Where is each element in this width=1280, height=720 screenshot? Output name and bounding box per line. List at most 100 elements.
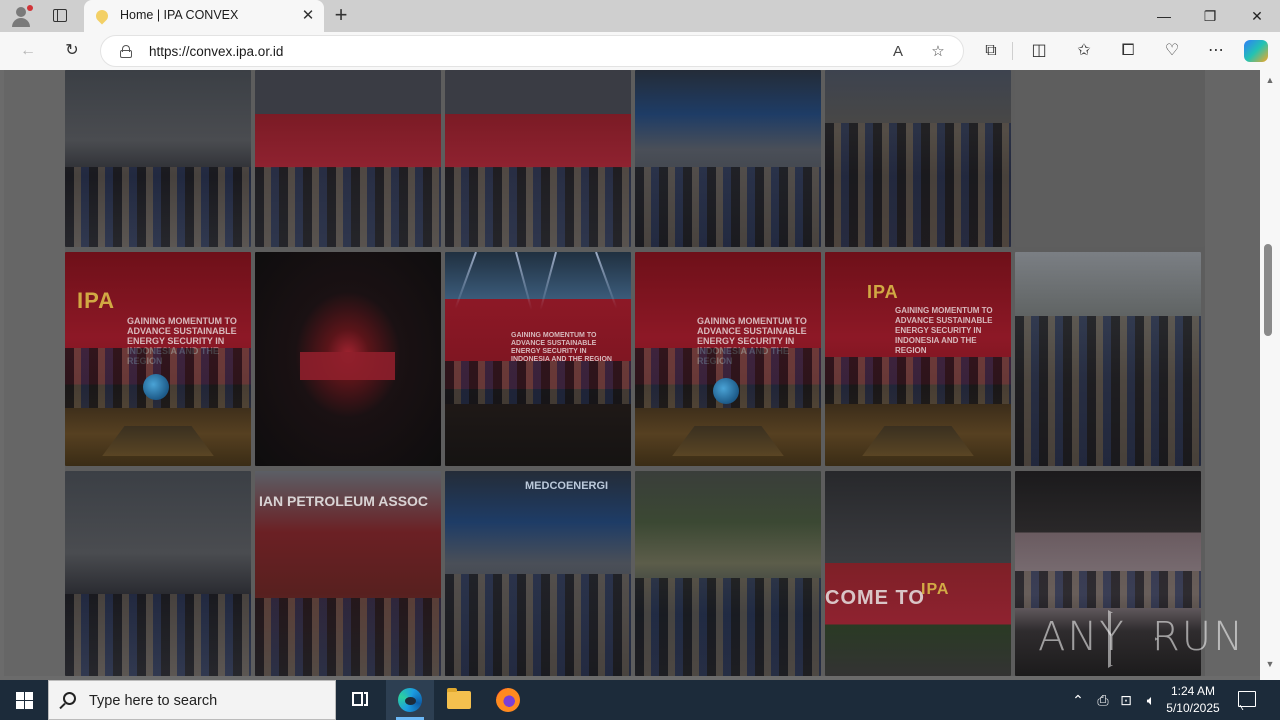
clock-time: 1:24 AM [1170, 684, 1216, 698]
device-icon[interactable]: ⎙ [1093, 680, 1113, 720]
taskbar-search[interactable]: Type here to search [48, 680, 336, 720]
page-margin-right [1205, 70, 1260, 676]
stage-slogan: GAINING MOMENTUM TO ADVANCE SUSTAINABLE … [511, 332, 612, 363]
scroll-down-icon[interactable]: ▼ [1264, 658, 1276, 670]
more-menu-icon[interactable]: ⋯ [1204, 39, 1228, 63]
gallery-photo[interactable] [825, 70, 1011, 247]
read-aloud-icon[interactable]: A [887, 41, 909, 63]
gallery-photo[interactable] [255, 252, 441, 466]
gallery-page: IPA GAINING MOMENTUM TO ADVANCE SUSTAINA… [4, 70, 1260, 676]
search-placeholder: Type here to search [89, 693, 218, 709]
light-beam [595, 252, 618, 309]
tray-chevron-icon[interactable]: ⌃ [1068, 680, 1088, 720]
refresh-icon[interactable]: ↻ [60, 39, 84, 63]
stage-slogan: GAINING MOMENTUM TO ADVANCE SUSTAINABLE … [895, 306, 993, 355]
file-explorer-icon[interactable] [435, 680, 483, 720]
gallery-photo[interactable]: COME TO IPA [825, 471, 1011, 676]
crowd-figures [1015, 316, 1201, 466]
profile-icon[interactable] [10, 5, 33, 27]
page-viewport: IPA GAINING MOMENTUM TO ADVANCE SUSTAINA… [0, 70, 1280, 680]
start-button[interactable] [0, 680, 48, 720]
favorite-star-icon[interactable]: ☆ [927, 41, 949, 63]
gallery-photo[interactable] [1015, 252, 1201, 466]
favorites-icon[interactable]: ✩ [1072, 39, 1096, 63]
gallery-photo[interactable] [65, 70, 251, 247]
toolbar-divider [1012, 42, 1013, 60]
gallery-photo[interactable]: IPA GAINING MOMENTUM TO ADVANCE SUSTAINA… [825, 252, 1011, 466]
search-icon [63, 692, 76, 705]
booth-sign: IAN PETROLEUM ASSOC [259, 493, 429, 509]
vertical-scrollbar[interactable]: ▲ ▼ [1260, 70, 1280, 680]
ipa-logo-text: IPA [867, 282, 899, 302]
welcome-banner-text: COME TO [825, 587, 925, 609]
restore-icon[interactable]: ❐ [1187, 0, 1233, 32]
copilot-icon[interactable] [1244, 40, 1268, 62]
extensions-icon[interactable]: ⧉ [979, 39, 1003, 63]
site-favicon-icon [93, 7, 111, 25]
collections-icon[interactable]: ⧠ [1116, 39, 1140, 63]
crowd-figures [635, 577, 821, 676]
light-beam [515, 252, 533, 311]
gallery-photo[interactable] [635, 471, 821, 676]
volume-icon[interactable]: 🔈︎ [1140, 680, 1162, 720]
gallery-photo[interactable] [635, 70, 821, 247]
tab-title: Home | IPA CONVEX [120, 8, 239, 22]
lock-icon[interactable] [120, 45, 132, 58]
gallery-empty-slot [1015, 70, 1205, 247]
gallery-photo[interactable] [445, 70, 631, 247]
crowd-figures [65, 594, 251, 676]
crowd-figures [65, 167, 251, 247]
network-icon[interactable]: ⊡ [1116, 680, 1136, 720]
clock-date: 5/10/2025 [1166, 701, 1220, 715]
crowd-figures [255, 598, 441, 676]
stage-screen [300, 352, 395, 380]
awardees-row [1015, 571, 1201, 608]
crowd-figures [445, 167, 631, 247]
gallery-photo[interactable] [65, 471, 251, 676]
gallery-photo[interactable]: GAINING MOMENTUM TO ADVANCE SUSTAINABLE … [445, 252, 631, 466]
url-text[interactable]: https://convex.ipa.or.id [149, 44, 283, 59]
firefox-icon[interactable] [484, 680, 532, 720]
light-beam [539, 252, 557, 311]
globe-prop [143, 374, 169, 400]
play-logo-icon [1108, 610, 1158, 668]
ipa-logo-text: IPA [921, 581, 950, 598]
back-icon[interactable]: ← [16, 39, 40, 63]
address-bar[interactable]: https://convex.ipa.or.id A ☆ [100, 35, 964, 67]
scroll-up-icon[interactable]: ▲ [1264, 74, 1276, 86]
delegates-row [445, 361, 631, 404]
globe-prop [713, 378, 739, 404]
edge-taskbar-icon[interactable] [386, 680, 434, 720]
new-tab-icon[interactable]: + [330, 4, 352, 27]
tab-home[interactable]: Home | IPA CONVEX ✕ [84, 0, 324, 32]
stage-steps [862, 426, 974, 456]
close-tab-icon[interactable]: ✕ [300, 8, 316, 24]
gallery-photo[interactable]: IPA GAINING MOMENTUM TO ADVANCE SUSTAINA… [65, 252, 251, 466]
anyrun-watermark: ANY RUN [1038, 610, 1243, 670]
browser-essentials-icon[interactable]: ♡ [1160, 39, 1184, 63]
gallery-photo[interactable]: GAINING MOMENTUM TO ADVANCE SUSTAINABLE … [635, 252, 821, 466]
crowd-figures [255, 167, 441, 247]
close-window-icon[interactable]: ✕ [1234, 0, 1280, 32]
delegates-row [825, 356, 1011, 404]
crowd-figures [635, 167, 821, 247]
system-clock[interactable]: 1:24 AM 5/10/2025 [1160, 683, 1226, 717]
browser-toolbar: ← ↻ https://convex.ipa.or.id A ☆ ⧉ ◫ ✩ ⧠… [0, 32, 1280, 70]
stage-steps [672, 426, 784, 456]
taskbar: Type here to search ⌃ ⎙ ⊡ 🔈︎ 1:24 AM 5/1… [0, 680, 1280, 720]
ipa-logo-text: IPA [77, 288, 116, 313]
minimize-icon[interactable]: ― [1141, 0, 1187, 32]
crowd-figures [445, 573, 631, 676]
notifications-icon[interactable] [1238, 691, 1256, 707]
gallery-photo[interactable]: IAN PETROLEUM ASSOC [255, 471, 441, 676]
tab-strip: Home | IPA CONVEX ✕ + ― ❐ ✕ [0, 0, 1280, 32]
tab-actions-icon[interactable] [50, 6, 70, 26]
split-screen-icon[interactable]: ◫ [1027, 39, 1051, 63]
crowd-figures [825, 123, 1011, 247]
photo-gallery: IPA GAINING MOMENTUM TO ADVANCE SUSTAINA… [65, 70, 1205, 676]
gallery-photo[interactable] [255, 70, 441, 247]
task-view-icon[interactable] [336, 680, 384, 720]
scroll-thumb[interactable] [1264, 244, 1272, 336]
gallery-photo[interactable]: MEDCOENERGI [445, 471, 631, 676]
light-beam [454, 252, 477, 309]
